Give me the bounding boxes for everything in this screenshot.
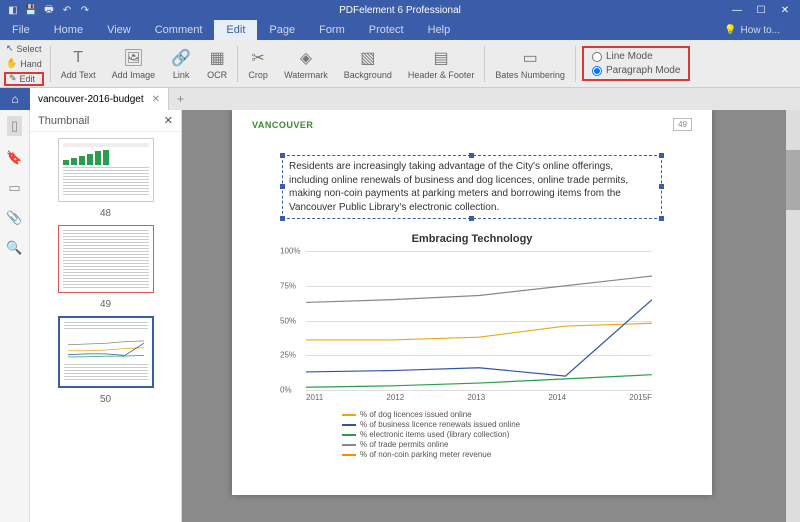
thumb-label: 48 xyxy=(100,208,111,219)
save-icon[interactable]: 💾 xyxy=(24,3,38,17)
menu-form[interactable]: Form xyxy=(307,20,357,40)
add-text-button[interactable]: TAdd Text xyxy=(53,40,104,87)
document-tab[interactable]: vancouver-2016-budget✕ xyxy=(30,88,169,110)
editing-text-block[interactable]: Residents are increasingly taking advant… xyxy=(282,155,662,219)
thumb-label: 49 xyxy=(100,299,111,310)
menu-bar: File Home View Comment Edit Page Form Pr… xyxy=(0,20,800,40)
print-icon[interactable]: 🖶 xyxy=(42,3,56,17)
bates-icon: ▭ xyxy=(520,48,540,68)
crop-button[interactable]: ✂Crop xyxy=(240,40,276,87)
page-number: 49 xyxy=(673,118,692,131)
text-icon: T xyxy=(68,48,88,68)
bates-button[interactable]: ▭Bates Numbering xyxy=(487,40,573,87)
link-button[interactable]: 🔗Link xyxy=(163,40,199,87)
vertical-scrollbar[interactable] xyxy=(786,110,800,522)
background-icon: ▧ xyxy=(358,48,378,68)
thumbnail-panel: Thumbnail ✕ 48 49 50 xyxy=(30,110,182,522)
ocr-button[interactable]: ▦OCR xyxy=(199,40,235,87)
chart-x-labels: 20112012201320142015F xyxy=(306,393,652,402)
menu-page[interactable]: Page xyxy=(257,20,307,40)
edit-tool[interactable]: ✎Edit xyxy=(4,72,44,86)
app-title: PDFelement 6 Professional xyxy=(339,5,461,16)
thumbnail-title: Thumbnail xyxy=(38,115,89,127)
pdf-page: VANCOUVER 49 Residents are increasingly … xyxy=(232,110,712,495)
chart-legend: % of dog licences issued online% of busi… xyxy=(342,410,662,459)
chart-area: 0%25%50%75%100% xyxy=(306,251,652,391)
undo-icon[interactable]: ↶ xyxy=(60,3,74,17)
background-button[interactable]: ▧Background xyxy=(336,40,400,87)
hand-tool[interactable]: ✋Hand xyxy=(4,57,44,71)
app-icon: ◧ xyxy=(6,3,20,17)
thumb-label: 50 xyxy=(100,394,111,405)
annotation-icon[interactable]: ▭ xyxy=(8,180,20,196)
header-footer-icon: ▤ xyxy=(431,48,451,68)
paragraph-mode-radio[interactable]: Paragraph Mode xyxy=(592,65,681,76)
header-footer-button[interactable]: ▤Header & Footer xyxy=(400,40,483,87)
tab-bar: ⌂ vancouver-2016-budget✕ + xyxy=(0,88,800,110)
menu-view[interactable]: View xyxy=(95,20,143,40)
minimize-button[interactable]: — xyxy=(726,5,748,16)
side-toolbar: ▯ 🔖 ▭ 📎 🔍 xyxy=(0,110,30,522)
link-icon: 🔗 xyxy=(171,48,191,68)
close-button[interactable]: ✕ xyxy=(774,5,796,16)
menu-help[interactable]: Help xyxy=(416,20,463,40)
ocr-icon: ▦ xyxy=(207,48,227,68)
menu-comment[interactable]: Comment xyxy=(143,20,215,40)
title-bar: ◧ 💾 🖶 ↶ ↷ PDFelement 6 Professional — ☐ … xyxy=(0,0,800,20)
ribbon: ↖Select ✋Hand ✎Edit TAdd Text 🖼Add Image… xyxy=(0,40,800,88)
close-panel-icon[interactable]: ✕ xyxy=(164,114,173,127)
cursor-icon: ↖ xyxy=(6,43,14,54)
menu-home[interactable]: Home xyxy=(42,20,95,40)
crop-icon: ✂ xyxy=(248,48,268,68)
thumbnail-page[interactable] xyxy=(58,138,154,202)
thumbnail-page[interactable] xyxy=(58,225,154,293)
watermark-button[interactable]: ◈Watermark xyxy=(276,40,336,87)
document-view[interactable]: VANCOUVER 49 Residents are increasingly … xyxy=(182,110,800,522)
redo-icon[interactable]: ↷ xyxy=(78,3,92,17)
attachment-icon[interactable]: 📎 xyxy=(6,210,22,226)
edit-icon: ✎ xyxy=(9,73,17,84)
thumbnail-page[interactable] xyxy=(58,316,154,388)
image-icon: 🖼 xyxy=(123,48,143,68)
maximize-button[interactable]: ☐ xyxy=(750,5,772,16)
how-to-link[interactable]: 💡How to... xyxy=(724,25,800,36)
brand-label: VANCOUVER xyxy=(252,120,313,130)
chart-title: Embracing Technology xyxy=(282,233,662,245)
hand-icon: ✋ xyxy=(6,58,17,69)
close-tab-icon[interactable]: ✕ xyxy=(152,94,160,105)
home-icon: ⌂ xyxy=(11,92,18,106)
add-tab-button[interactable]: + xyxy=(169,92,192,106)
menu-file[interactable]: File xyxy=(0,20,42,40)
search-icon[interactable]: 🔍 xyxy=(6,240,22,256)
line-mode-radio[interactable]: Line Mode xyxy=(592,51,681,62)
edit-mode-group: Line Mode Paragraph Mode xyxy=(582,46,691,81)
lightbulb-icon: 💡 xyxy=(724,25,736,36)
menu-protect[interactable]: Protect xyxy=(357,20,416,40)
select-tool[interactable]: ↖Select xyxy=(4,42,44,56)
home-tab-button[interactable]: ⌂ xyxy=(0,88,30,110)
menu-edit[interactable]: Edit xyxy=(214,20,257,40)
bookmark-icon[interactable]: 🔖 xyxy=(6,150,22,166)
add-image-button[interactable]: 🖼Add Image xyxy=(104,40,164,87)
thumbnail-icon[interactable]: ▯ xyxy=(7,116,22,136)
watermark-icon: ◈ xyxy=(296,48,316,68)
